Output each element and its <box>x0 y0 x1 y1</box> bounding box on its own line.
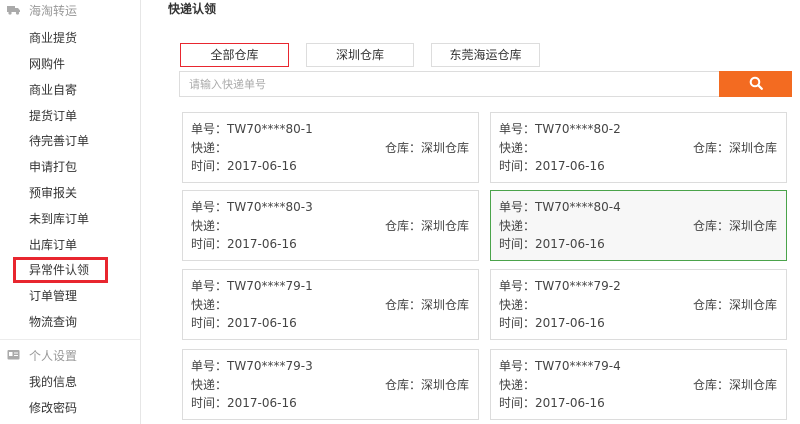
search-icon <box>749 76 763 93</box>
time-label: 时间：2017-06-16 <box>499 396 605 410</box>
warehouse-label: 仓库：深圳仓库 <box>692 141 777 155</box>
parcel-card[interactable]: 单号：TW70****80-1 快递： 仓库：深圳仓库 时间：2017-06-1… <box>182 112 479 183</box>
sidebar-item-pickup-orders[interactable]: 提货订单 <box>29 106 77 126</box>
tracking-number: 单号：TW70****80-1 <box>191 122 313 136</box>
main-content: 快递认领 全部仓库 深圳仓库 东莞海运仓库 单号：TW70****80-1 快递… <box>142 0 800 424</box>
tracking-number: 单号：TW70****79-1 <box>191 279 313 293</box>
time-label: 时间：2017-06-16 <box>191 237 297 251</box>
sidebar-item-logistics-query[interactable]: 物流查询 <box>29 312 77 332</box>
parcel-card[interactable]: 单号：TW70****79-1 快递： 仓库：深圳仓库 时间：2017-06-1… <box>182 269 479 340</box>
express-label: 快递： <box>499 141 536 155</box>
tracking-number: 单号：TW70****79-2 <box>499 279 621 293</box>
warehouse-label: 仓库：深圳仓库 <box>692 219 777 233</box>
sidebar-item-incomplete-orders[interactable]: 待完善订单 <box>29 131 89 151</box>
warehouse-label: 仓库：深圳仓库 <box>692 298 777 312</box>
time-label: 时间：2017-06-16 <box>191 396 297 410</box>
section-title: 个人设置 <box>29 349 78 363</box>
sidebar-item-order-management[interactable]: 订单管理 <box>29 286 77 306</box>
time-label: 时间：2017-06-16 <box>499 159 605 173</box>
sidebar-item-exception-claim[interactable]: 异常件认领 <box>13 257 108 283</box>
tab-dongguan-sea-warehouse[interactable]: 东莞海运仓库 <box>431 43 540 67</box>
warehouse-label: 仓库：深圳仓库 <box>384 141 469 155</box>
tab-all-warehouses[interactable]: 全部仓库 <box>180 43 289 67</box>
parcel-card[interactable]: 单号：TW70****79-2 快递： 仓库：深圳仓库 时间：2017-06-1… <box>490 269 787 340</box>
express-label: 快递： <box>191 298 228 312</box>
express-label: 快递： <box>499 378 536 392</box>
express-label: 快递： <box>499 219 536 233</box>
sidebar-divider <box>0 339 140 340</box>
warehouse-label: 仓库：深圳仓库 <box>384 219 469 233</box>
warehouse-label: 仓库：深圳仓库 <box>384 298 469 312</box>
tracking-number: 单号：TW70****79-3 <box>191 359 313 373</box>
sidebar-item-online-shopping[interactable]: 网购件 <box>29 54 65 74</box>
tracking-number: 单号：TW70****80-3 <box>191 200 313 214</box>
parcel-card[interactable]: 单号：TW70****79-3 快递： 仓库：深圳仓库 时间：2017-06-1… <box>182 349 479 420</box>
warehouse-label: 仓库：深圳仓库 <box>692 378 777 392</box>
page-title: 快递认领 <box>168 2 217 16</box>
section-header-transit: 海淘转运 <box>0 0 140 20</box>
truck-icon <box>7 3 20 16</box>
parcel-card[interactable]: 单号：TW70****80-3 快递： 仓库：深圳仓库 时间：2017-06-1… <box>182 190 479 261</box>
sidebar-item-not-arrived-orders[interactable]: 未到库订单 <box>29 209 89 229</box>
tab-shenzhen-warehouse[interactable]: 深圳仓库 <box>306 43 414 67</box>
section-title: 海淘转运 <box>29 4 78 18</box>
time-label: 时间：2017-06-16 <box>499 237 605 251</box>
sidebar-item-change-password[interactable]: 修改密码 <box>29 398 77 418</box>
sidebar-item-commercial-pickup[interactable]: 商业提货 <box>29 28 77 48</box>
express-label: 快递： <box>191 378 228 392</box>
time-label: 时间：2017-06-16 <box>499 316 605 330</box>
sidebar-item-customs-prereview[interactable]: 预审报关 <box>29 183 77 203</box>
warehouse-label: 仓库：深圳仓库 <box>384 378 469 392</box>
time-label: 时间：2017-06-16 <box>191 316 297 330</box>
tracking-number: 单号：TW70****80-4 <box>499 200 621 214</box>
express-label: 快递： <box>191 141 228 155</box>
sidebar-item-commercial-self-send[interactable]: 商业自寄 <box>29 80 77 100</box>
tracking-number: 单号：TW70****79-4 <box>499 359 621 373</box>
tracking-number: 单号：TW70****80-2 <box>499 122 621 136</box>
sidebar-item-outbound-orders[interactable]: 出库订单 <box>29 235 77 255</box>
express-label: 快递： <box>499 298 536 312</box>
search-input[interactable] <box>179 71 720 97</box>
sidebar: 海淘转运 商业提货 网购件 商业自寄 提货订单 待完善订单 申请打包 预审报关 … <box>0 0 141 424</box>
express-label: 快递： <box>191 219 228 233</box>
parcel-card-selected[interactable]: 单号：TW70****80-4 快递： 仓库：深圳仓库 时间：2017-06-1… <box>490 190 787 261</box>
sidebar-item-my-info[interactable]: 我的信息 <box>29 372 77 392</box>
search-button[interactable] <box>719 71 792 97</box>
sidebar-item-apply-packing[interactable]: 申请打包 <box>29 157 77 177</box>
parcel-card[interactable]: 单号：TW70****79-4 快递： 仓库：深圳仓库 时间：2017-06-1… <box>490 349 787 420</box>
id-card-icon <box>7 348 20 361</box>
parcel-card[interactable]: 单号：TW70****80-2 快递： 仓库：深圳仓库 时间：2017-06-1… <box>490 112 787 183</box>
section-header-personal-settings: 个人设置 <box>0 345 140 365</box>
time-label: 时间：2017-06-16 <box>191 159 297 173</box>
